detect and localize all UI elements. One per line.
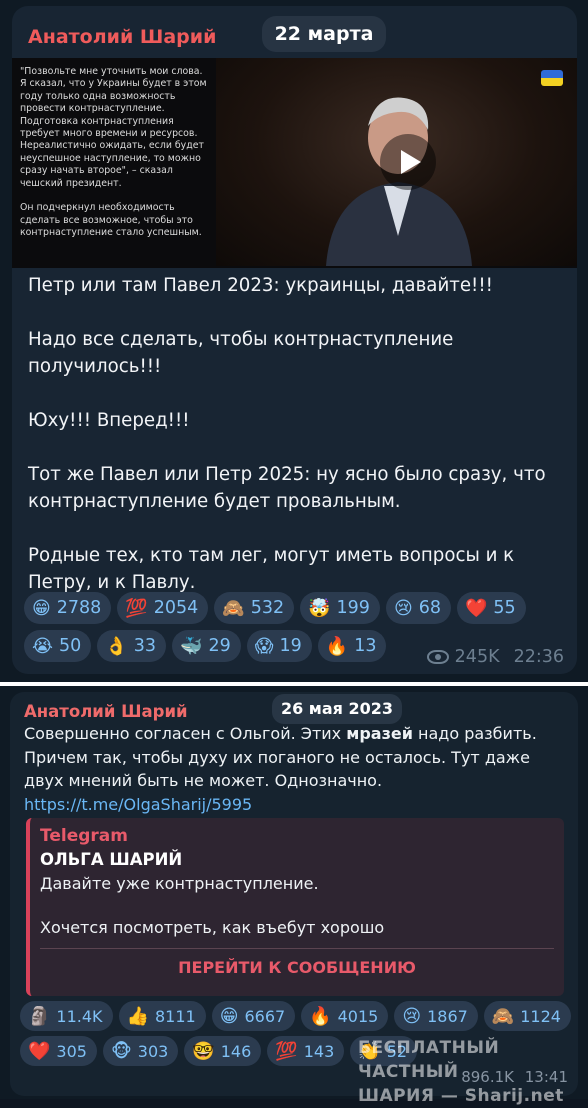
post-2-meta: 896.1K 13:41 <box>461 1068 568 1086</box>
reaction-button[interactable]: 🙈 1124 <box>483 1001 571 1031</box>
reaction-button[interactable]: 🔥 13 <box>317 630 387 662</box>
video-thumbnail[interactable] <box>216 58 577 266</box>
reaction-button[interactable]: 😁 6667 <box>211 1001 296 1031</box>
post-1-paragraph: Петр или там Павел 2023: украинцы, давай… <box>28 275 493 296</box>
reaction-count: 305 <box>56 1041 87 1061</box>
reaction-emoji-icon: 🗿 <box>28 1005 51 1027</box>
views-count: 245K <box>454 647 500 667</box>
reaction-emoji-icon: 😁 <box>32 597 51 619</box>
image-quote-text: "Позвольте мне уточнить мои слова. Я ска… <box>20 66 207 239</box>
reaction-button[interactable]: 😭 50 <box>24 630 92 662</box>
reaction-emoji-icon: 😢 <box>402 1005 422 1027</box>
reaction-count: 19 <box>279 636 302 656</box>
post-2-bold-word: мразей <box>346 724 413 743</box>
reaction-count: 6667 <box>244 1006 286 1026</box>
reaction-count: 29 <box>208 636 231 656</box>
reaction-emoji-icon: 🙈 <box>491 1005 515 1027</box>
reaction-emoji-icon: 🤓 <box>192 1040 215 1062</box>
forward-source: Telegram <box>40 826 128 846</box>
reaction-count: 303 <box>137 1041 169 1061</box>
reaction-count: 146 <box>220 1041 252 1061</box>
post-2-author[interactable]: Анатолий Шарий <box>24 702 188 721</box>
reaction-count: 68 <box>418 598 441 618</box>
forward-text-line: Хочется посмотреть, как въебут хорошо <box>40 918 385 937</box>
post-1-paragraph: Надо все сделать, чтобы контрнаступление… <box>28 329 454 377</box>
reaction-button[interactable]: 😢 68 <box>385 592 451 624</box>
post-time: 22:36 <box>513 647 564 667</box>
reaction-button[interactable]: 😁 2788 <box>24 592 112 624</box>
reaction-button[interactable]: 👍 8111 <box>118 1001 206 1031</box>
views-eye-icon <box>426 650 449 664</box>
reaction-button[interactable]: 💯 2054 <box>117 592 209 624</box>
post-1-paragraph: Тот же Павел или Петр 2025: ну ясно было… <box>28 464 546 512</box>
forward-text-line: Давайте уже контрнаступление. <box>40 874 319 893</box>
reaction-emoji-icon: 🙈 <box>222 597 245 619</box>
open-message-button[interactable]: ПЕРЕЙТИ К СООБЩЕНИЮ <box>30 958 564 977</box>
forward-divider <box>40 948 554 949</box>
reaction-count: 199 <box>336 598 370 618</box>
reaction-emoji-icon: 🐵 <box>110 1040 132 1062</box>
reaction-count: 143 <box>303 1041 335 1061</box>
post-2-link[interactable]: https://t.me/OlgaSharij/5995 <box>24 795 252 814</box>
watermark-line: ШАРИЯ — Sharij.net <box>358 1086 564 1106</box>
reaction-emoji-icon: 🔥 <box>309 1005 332 1027</box>
reaction-button[interactable]: 🙈 532 <box>214 592 295 624</box>
post-1-paragraph: Юху!!! Вперед!!! <box>28 410 190 431</box>
reaction-button[interactable]: ❤️ 55 <box>456 592 526 624</box>
reaction-button[interactable]: 🔥 4015 <box>301 1001 389 1031</box>
post-2-text: Совершенно согласен с Ольгой. Этих мразе… <box>24 722 572 816</box>
reaction-emoji-icon: 🤯 <box>308 597 331 619</box>
reaction-button[interactable]: 👌 33 <box>97 630 167 662</box>
reaction-emoji-icon: ❤️ <box>28 1040 51 1062</box>
post-1-text: Петр или там Павел 2023: украинцы, давай… <box>28 272 558 623</box>
reaction-button[interactable]: 🐳 29 <box>172 630 241 662</box>
reaction-button[interactable]: ❤️ 305 <box>20 1036 97 1066</box>
post-1-author[interactable]: Анатолий Шарий <box>28 26 216 48</box>
reaction-button[interactable]: 😢 1867 <box>394 1001 478 1031</box>
reaction-emoji-icon: 👌 <box>105 635 128 657</box>
play-icon[interactable] <box>380 134 436 190</box>
forwarded-message-preview[interactable]: Telegram ОЛЬГА ШАРИЙ Давайте уже контрна… <box>26 818 564 996</box>
reaction-count: 2788 <box>56 598 102 618</box>
reaction-count: 1867 <box>427 1006 468 1026</box>
reaction-count: 50 <box>59 636 82 656</box>
reaction-button[interactable]: 🤯 199 <box>300 592 380 624</box>
reaction-button[interactable]: 🗿 11.4K <box>20 1001 113 1031</box>
reaction-count: 13 <box>354 636 377 656</box>
reaction-count: 4015 <box>337 1006 379 1026</box>
date-badge: 26 мая 2023 <box>272 694 402 724</box>
post-1-paragraph: Родные тех, кто там лег, могут иметь воп… <box>28 545 515 593</box>
reaction-emoji-icon: 😭 <box>32 635 54 657</box>
reaction-emoji-icon: 💯 <box>275 1040 298 1062</box>
reaction-emoji-icon: 😢 <box>393 597 413 619</box>
reaction-count: 2054 <box>153 598 199 618</box>
reaction-emoji-icon: 🐳 <box>180 635 203 657</box>
reaction-count: 532 <box>250 598 285 618</box>
reaction-count: 11.4K <box>56 1006 103 1026</box>
reaction-button[interactable]: 💯 143 <box>267 1036 345 1066</box>
reaction-emoji-icon: 💯 <box>125 597 148 619</box>
reaction-emoji-icon: 😁 <box>219 1005 239 1027</box>
forward-author: ОЛЬГА ШАРИЙ <box>40 850 183 869</box>
reaction-button[interactable]: 🐵 303 <box>102 1036 179 1066</box>
views-count: 896.1K <box>461 1068 514 1086</box>
reaction-count: 55 <box>493 598 516 618</box>
reaction-emoji-icon: ❤️ <box>464 597 488 619</box>
reaction-button[interactable]: 😱 19 <box>246 630 312 662</box>
reaction-emoji-icon: 😱 <box>254 635 274 657</box>
reaction-emoji-icon: 👍 <box>126 1005 149 1027</box>
post-time: 13:41 <box>524 1068 568 1086</box>
post-1-meta: 245K 22:36 <box>426 647 564 667</box>
reaction-count: 33 <box>133 636 157 656</box>
date-badge: 22 марта <box>262 16 386 52</box>
reaction-count: 1124 <box>520 1006 561 1026</box>
reaction-count: 8111 <box>154 1006 196 1026</box>
reaction-button[interactable]: 🤓 146 <box>184 1036 262 1066</box>
ukraine-flag-icon <box>541 70 563 86</box>
reaction-emoji-icon: 🔥 <box>325 635 349 657</box>
post-2-text-part: Совершенно согласен с Ольгой. Этих <box>24 724 347 743</box>
post-1-media[interactable]: "Позвольте мне уточнить мои слова. Я ска… <box>12 58 577 268</box>
